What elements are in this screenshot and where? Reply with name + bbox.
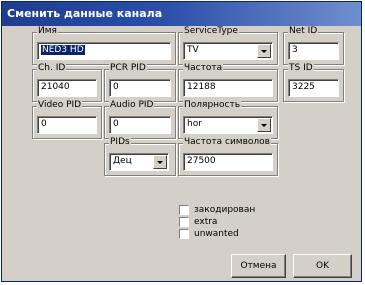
encrypted-checkbox[interactable] xyxy=(179,205,189,215)
pcr-pid-input[interactable]: 0 xyxy=(109,79,171,97)
chevron-down-icon[interactable] xyxy=(153,155,167,169)
video-pid-input[interactable]: 0 xyxy=(37,116,97,134)
pids-value: Дец xyxy=(113,156,132,166)
symbol-rate-label: Частота символов xyxy=(183,137,271,148)
pids-label: PIDs xyxy=(109,137,131,148)
name-input[interactable]: NED3 HD xyxy=(37,42,171,60)
name-value: NED3 HD xyxy=(41,45,85,55)
ts-id-group: TS ID 3225 xyxy=(283,63,344,102)
edit-channel-dialog: Сменить данные канала Имя NED3 HD Servic… xyxy=(1,1,362,282)
service-type-group: ServiceType TV xyxy=(178,26,278,65)
ch-id-group: Ch. ID 21040 xyxy=(32,63,102,102)
ch-id-label: Ch. ID xyxy=(37,63,67,74)
pcr-pid-label: PCR PID xyxy=(109,63,147,74)
name-label: Имя xyxy=(37,26,58,37)
encrypted-checkbox-row[interactable]: закодирован xyxy=(179,204,279,216)
chevron-down-icon[interactable] xyxy=(257,118,271,132)
symbol-rate-group: Частота символов 27500 xyxy=(178,137,278,176)
net-id-input[interactable]: 3 xyxy=(288,42,339,60)
frequency-label: Частота xyxy=(183,63,224,74)
unwanted-checkbox[interactable] xyxy=(179,229,189,239)
cancel-button[interactable]: Отмена xyxy=(231,254,286,278)
ts-id-label: TS ID xyxy=(288,63,314,74)
pids-group: PIDs Дец xyxy=(104,137,176,176)
net-id-label: Net ID xyxy=(288,26,319,37)
ts-id-input[interactable]: 3225 xyxy=(288,79,339,97)
name-group: Имя NED3 HD xyxy=(32,26,176,65)
audio-pid-group: Audio PID 0 xyxy=(104,100,176,139)
service-type-select[interactable]: TV xyxy=(183,42,273,60)
extra-checkbox[interactable] xyxy=(179,217,189,227)
symbol-rate-input[interactable]: 27500 xyxy=(183,153,273,171)
extra-checkbox-row[interactable]: extra xyxy=(179,216,279,228)
frequency-group: Частота 12188 xyxy=(178,63,278,102)
polarity-group: Полярность hor xyxy=(178,100,278,139)
net-id-group: Net ID 3 xyxy=(283,26,344,65)
pcr-pid-group: PCR PID 0 xyxy=(104,63,176,102)
service-type-label: ServiceType xyxy=(183,26,239,37)
dialog-title: Сменить данные канала xyxy=(2,2,361,26)
unwanted-checkbox-row[interactable]: unwanted xyxy=(179,228,279,240)
encrypted-label: закодирован xyxy=(194,205,256,215)
ok-button[interactable]: OK xyxy=(293,254,352,278)
audio-pid-input[interactable]: 0 xyxy=(109,116,171,134)
polarity-select[interactable]: hor xyxy=(183,116,273,134)
frequency-input[interactable]: 12188 xyxy=(183,79,273,97)
video-pid-group: Video PID 0 xyxy=(32,100,102,139)
ch-id-input[interactable]: 21040 xyxy=(37,79,97,97)
service-type-value: TV xyxy=(187,45,199,55)
video-pid-label: Video PID xyxy=(37,100,83,111)
audio-pid-label: Audio PID xyxy=(109,100,155,111)
polarity-label: Полярность xyxy=(183,100,242,111)
chevron-down-icon[interactable] xyxy=(257,44,271,58)
unwanted-label: unwanted xyxy=(194,229,239,239)
pids-select[interactable]: Дец xyxy=(109,153,169,171)
polarity-value: hor xyxy=(187,119,202,129)
extra-label: extra xyxy=(194,217,218,227)
